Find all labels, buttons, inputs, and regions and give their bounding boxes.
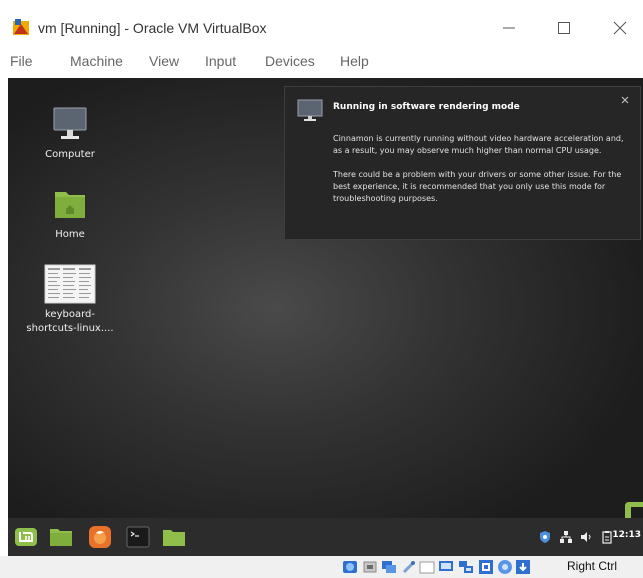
notification-paragraph-1: Cinnamon is currently running without vi… — [333, 134, 624, 155]
notification-title: Running in software rendering mode — [333, 102, 520, 112]
terminal-icon[interactable] — [126, 525, 150, 549]
drag-and-drop-icon[interactable] — [478, 559, 494, 575]
minimize-button[interactable] — [486, 14, 532, 42]
vm-screen[interactable]: Computer Home keyboard- shortcuts-linux.… — [8, 78, 643, 556]
desktop-label-keyboard-shortcuts: keyboard- shortcuts-linux.... — [26, 309, 114, 334]
mint-logo-watermark — [625, 502, 643, 518]
home-folder-icon — [55, 192, 85, 218]
notification-body: Cinnamon is currently running without vi… — [333, 133, 629, 217]
desktop-label-home: Home — [55, 229, 85, 240]
desktop-icon-home[interactable]: Home — [22, 186, 118, 242]
monitor-icon — [297, 99, 323, 121]
network-adapter-icon[interactable] — [381, 559, 397, 575]
virtualbox-icon — [13, 19, 29, 35]
firefox-icon[interactable] — [88, 525, 112, 549]
virtualbox-statusbar: Right Ctrl — [0, 556, 643, 578]
menu-view[interactable]: View — [149, 53, 179, 69]
notification-paragraph-2: There could be a problem with your drive… — [333, 170, 622, 203]
host-key-label: Right Ctrl — [567, 559, 618, 573]
network-icon[interactable] — [559, 530, 573, 544]
maximize-button[interactable] — [541, 14, 587, 42]
optical-drive-icon[interactable] — [342, 559, 358, 575]
guest-additions-icon[interactable] — [497, 559, 513, 575]
notification-close-icon[interactable] — [620, 95, 630, 105]
display-icon[interactable] — [438, 559, 454, 575]
menu-devices[interactable]: Devices — [265, 53, 315, 69]
menu-bar: File Machine View Input Devices Help — [0, 46, 643, 78]
files-icon[interactable] — [49, 525, 73, 549]
video-capture-icon[interactable] — [458, 559, 474, 575]
audio-icon[interactable] — [362, 559, 378, 575]
desktop-icon-keyboard-shortcuts[interactable]: keyboard- shortcuts-linux.... — [22, 264, 118, 336]
document-thumbnail-icon — [44, 264, 96, 304]
menu-help[interactable]: Help — [340, 53, 369, 69]
close-window-button[interactable] — [597, 14, 643, 42]
desktop-label-computer: Computer — [45, 149, 95, 160]
menu-icon[interactable] — [14, 525, 38, 549]
folder-icon[interactable] — [162, 525, 186, 549]
window-titlebar[interactable]: vm [Running] - Oracle VM VirtualBox — [0, 10, 643, 46]
window-title: vm [Running] - Oracle VM VirtualBox — [38, 20, 267, 36]
mouse-integration-icon[interactable] — [515, 559, 531, 575]
computer-icon — [53, 107, 87, 139]
cinnamon-panel: 12:13 — [8, 518, 643, 556]
usb-icon[interactable] — [401, 559, 417, 575]
menu-machine[interactable]: Machine — [70, 53, 123, 69]
volume-icon[interactable] — [579, 530, 593, 544]
menu-input[interactable]: Input — [205, 53, 236, 69]
software-rendering-notification[interactable]: Running in software rendering mode Cinna… — [284, 86, 641, 240]
shared-folders-icon[interactable] — [419, 559, 435, 575]
desktop-icon-computer[interactable]: Computer — [22, 106, 118, 162]
panel-clock[interactable]: 12:13 — [612, 530, 641, 540]
menu-file[interactable]: File — [10, 53, 33, 69]
shield-icon[interactable] — [538, 530, 552, 544]
